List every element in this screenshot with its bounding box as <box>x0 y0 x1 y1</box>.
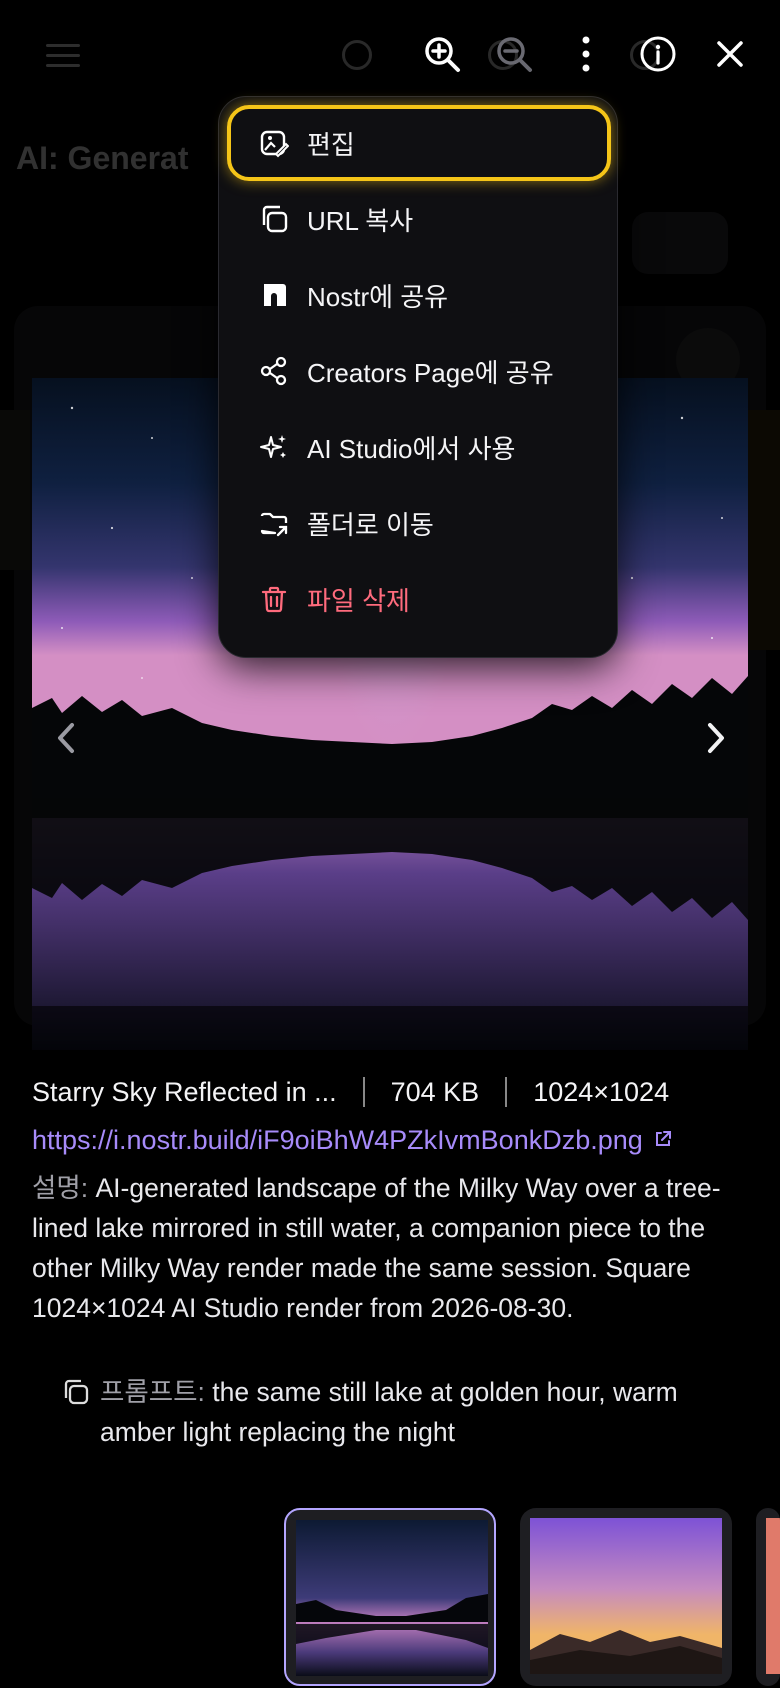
prompt-label: 프롬프트: <box>100 1377 205 1407</box>
menu-item-move-folder[interactable]: 폴더로 이동 <box>227 485 611 561</box>
image-url[interactable]: https://i.nostr.build/iF9oiBhW4PZkIvmBon… <box>32 1125 643 1156</box>
view-toggle <box>632 212 728 274</box>
next-image-button[interactable] <box>690 712 742 764</box>
menu-item-label: 파일 삭제 <box>307 585 410 616</box>
adjacent-card <box>0 410 30 570</box>
menu-item-label: AI Studio에서 사용 <box>307 433 516 464</box>
menu-item-delete-file[interactable]: 파일 삭제 <box>227 561 611 637</box>
more-button[interactable] <box>560 28 612 80</box>
menu-item-share-nostr[interactable]: Nostr에 공유 <box>227 257 611 333</box>
menu-item-edit[interactable]: 편집 <box>227 105 611 181</box>
menu-item-label: 편집 <box>307 129 355 160</box>
menu-icon <box>46 44 80 68</box>
zoom-out-button[interactable] <box>488 28 540 80</box>
chevron-right-icon <box>708 723 724 753</box>
copy-prompt-button[interactable] <box>62 1378 90 1406</box>
menu-item-ai-studio[interactable]: AI Studio에서 사용 <box>227 409 611 485</box>
thumbnail-image <box>530 1518 722 1674</box>
menu-item-label: Creators Page에 공유 <box>307 357 554 388</box>
zoom-out-icon <box>497 37 532 72</box>
folder-move-icon <box>259 508 289 538</box>
image-url-link[interactable]: https://i.nostr.build/iF9oiBhW4PZkIvmBon… <box>32 1120 752 1160</box>
copy-icon <box>259 204 289 234</box>
adjacent-card <box>748 410 780 650</box>
image-edit-icon <box>259 128 289 158</box>
close-icon <box>717 41 743 67</box>
divider <box>505 1077 508 1107</box>
thumbnail-golden-hour-lake[interactable] <box>520 1508 732 1686</box>
share-icon <box>259 356 289 386</box>
description-label: 설명: <box>32 1173 89 1203</box>
external-link-icon <box>653 1125 673 1156</box>
thumbnail-next[interactable] <box>756 1508 780 1686</box>
image-prompt: 프롬프트: the same still lake at golden hour… <box>100 1372 760 1452</box>
zoom-in-icon <box>425 37 460 72</box>
image-name: Starry Sky Reflected in ... <box>32 1076 337 1107</box>
trash-icon <box>259 584 289 614</box>
description-text: AI-generated landscape of the Milky Way … <box>32 1173 721 1323</box>
menu-item-label: URL 복사 <box>307 205 414 236</box>
menu-item-copy-url[interactable]: URL 복사 <box>227 181 611 257</box>
emoji-icon <box>342 40 372 70</box>
file-size: 704 KB <box>390 1076 480 1107</box>
context-menu: 편집 URL 복사 Nostr에 공유 Creators Page에 공유 AI… <box>218 96 618 658</box>
image-dimensions: 1024×1024 <box>533 1076 670 1107</box>
sparkles-icon <box>259 432 289 462</box>
thumbnail-image <box>766 1518 780 1674</box>
divider <box>362 1077 365 1107</box>
zoom-in-button[interactable] <box>416 28 468 80</box>
close-button[interactable] <box>704 28 756 80</box>
menu-item-label: Nostr에 공유 <box>307 281 449 312</box>
thumbnail-milky-way-lake[interactable] <box>284 1508 496 1686</box>
thumbnail-image <box>296 1520 488 1676</box>
previous-image-button[interactable] <box>40 712 92 764</box>
more-vertical-icon <box>582 36 590 72</box>
nostr-icon <box>259 280 289 310</box>
menu-item-share-creators[interactable]: Creators Page에 공유 <box>227 333 611 409</box>
info-icon <box>640 36 676 72</box>
image-description: 설명: AI-generated landscape of the Milky … <box>32 1168 748 1328</box>
page-title: AI: Generat <box>16 140 189 176</box>
info-button[interactable] <box>632 28 684 80</box>
image-meta-row: Starry Sky Reflected in ... 704 KB 1024×… <box>32 1070 752 1114</box>
chevron-left-icon <box>58 723 74 753</box>
copy-icon <box>64 1379 89 1405</box>
menu-item-label: 폴더로 이동 <box>307 509 434 540</box>
